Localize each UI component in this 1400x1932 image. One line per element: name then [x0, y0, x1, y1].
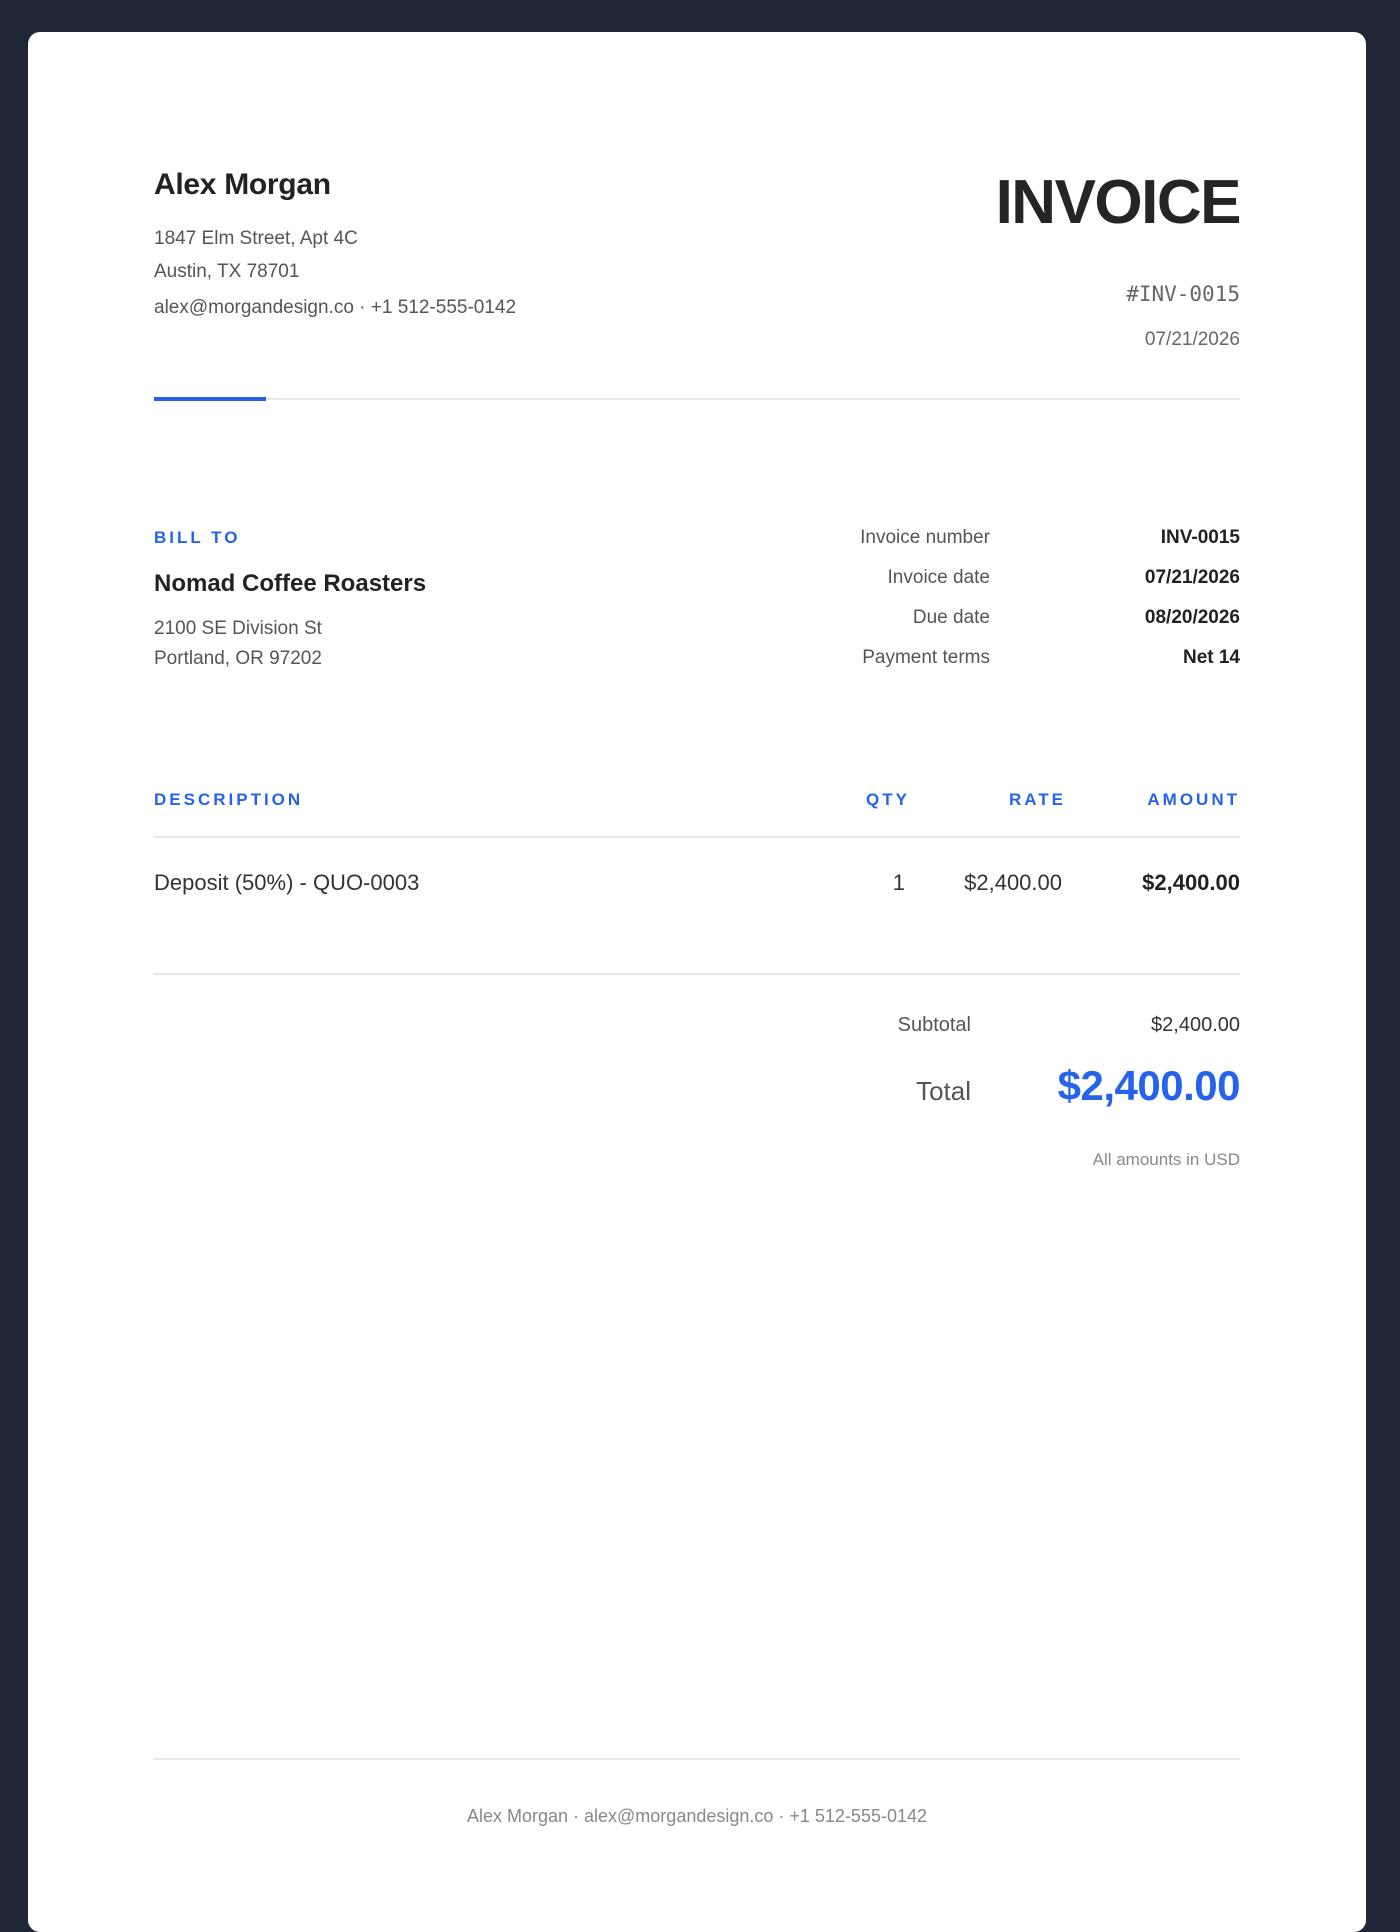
- invoice-number-heading: #INV-0015: [1126, 282, 1240, 306]
- header-accent-bar: [154, 397, 266, 401]
- footer-contact: Alex Morgan · alex@morgandesign.co · +1 …: [466, 1806, 928, 1826]
- invoice-content: Alex Morgan 1847 Elm Street, Apt 4C Aust…: [154, 32, 1242, 1932]
- meta-row-invoice-date: Invoice date 07/21/2026: [684, 567, 1240, 593]
- meta-value: INV-0015: [1160, 527, 1240, 548]
- invoice-date-heading: 07/21/2026: [1144, 329, 1240, 350]
- table-header-divider: [154, 836, 1240, 838]
- total-label: Total: [916, 1076, 971, 1106]
- meta-value: 07/21/2026: [1144, 567, 1240, 588]
- bill-to-label: BILL TO: [154, 528, 241, 547]
- subtotal-value: $2,400.00: [1151, 1014, 1240, 1036]
- invoice-page: Alex Morgan 1847 Elm Street, Apt 4C Aust…: [28, 32, 1366, 1932]
- column-header-description: DESCRIPTION: [154, 790, 304, 809]
- meta-row-payment-terms: Payment terms Net 14: [684, 647, 1240, 673]
- sender-address-line1: 1847 Elm Street, Apt 4C: [154, 228, 358, 249]
- sender-address-line2: Austin, TX 78701: [154, 261, 300, 282]
- client-name: Nomad Coffee Roasters: [154, 570, 427, 597]
- table-bottom-divider: [154, 973, 1240, 975]
- sender-contact: alex@morgandesign.co · +1 512-555-0142: [154, 297, 517, 318]
- meta-row-due-date: Due date 08/20/2026: [684, 607, 1240, 633]
- header-divider: [154, 398, 1240, 400]
- client-address-line1: 2100 SE Division St: [154, 618, 322, 639]
- column-header-qty: QTY: [866, 790, 910, 809]
- invoice-title: INVOICE: [995, 168, 1242, 237]
- footer-divider: [154, 1758, 1240, 1760]
- meta-label: Invoice number: [860, 527, 990, 548]
- meta-label: Due date: [912, 607, 990, 628]
- currency-note: All amounts in USD: [1092, 1150, 1240, 1169]
- meta-value: 08/20/2026: [1144, 607, 1240, 628]
- row-amount: $2,400.00: [1142, 870, 1240, 895]
- meta-label: Invoice date: [887, 567, 990, 588]
- row-description: Deposit (50%) - QUO-0003: [154, 870, 420, 895]
- row-rate: $2,400.00: [964, 870, 1062, 895]
- meta-row-invoice-number: Invoice number INV-0015: [684, 527, 1240, 553]
- column-header-rate: RATE: [1008, 790, 1066, 809]
- meta-value: Net 14: [1182, 647, 1240, 668]
- row-qty: 1: [892, 870, 905, 895]
- sender-name: Alex Morgan: [154, 168, 331, 201]
- total-value: $2,400.00: [1057, 1062, 1241, 1109]
- subtotal-label: Subtotal: [897, 1014, 971, 1036]
- meta-label: Payment terms: [862, 647, 990, 668]
- column-header-amount: AMOUNT: [1147, 790, 1240, 809]
- client-address-line2: Portland, OR 97202: [154, 648, 322, 669]
